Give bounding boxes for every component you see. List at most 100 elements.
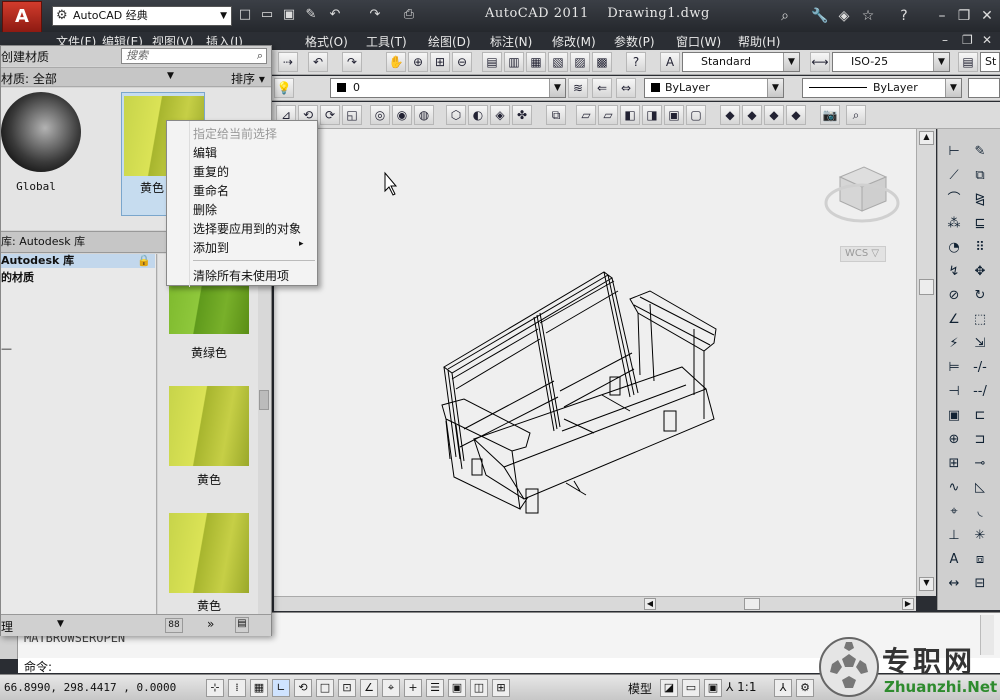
context-menu-item[interactable]: 重命名 bbox=[193, 182, 229, 199]
redo-icon[interactable]: ↷ bbox=[366, 6, 384, 24]
mirror-icon[interactable]: ⧎ bbox=[968, 189, 992, 210]
expand-icon[interactable]: » bbox=[207, 617, 214, 631]
arc-length-icon[interactable]: ⌒ bbox=[942, 189, 966, 210]
qp-icon[interactable]: ◫ bbox=[470, 679, 488, 697]
workspace-switcher[interactable]: ⚙ AutoCAD 经典 ▼ bbox=[52, 6, 232, 26]
markup-icon[interactable]: ▨ bbox=[570, 52, 590, 72]
front-view-icon[interactable]: ▣ bbox=[664, 105, 684, 125]
properties-icon[interactable]: ⊟ bbox=[968, 573, 992, 594]
context-menu-item[interactable]: 删除 bbox=[193, 201, 217, 218]
menu-item[interactable]: 绘图(D) bbox=[428, 33, 471, 50]
copy-icon[interactable]: ⧉ bbox=[968, 165, 992, 186]
osnap-icon[interactable]: □ bbox=[316, 679, 334, 697]
sphere-icon[interactable]: ◐ bbox=[468, 105, 488, 125]
baseline-icon[interactable]: ⊨ bbox=[942, 357, 966, 378]
angular-icon[interactable]: ∠ bbox=[942, 309, 966, 330]
chevron-down-icon[interactable]: ▼ bbox=[167, 71, 174, 81]
zoom-window-icon[interactable]: ⊞ bbox=[430, 52, 450, 72]
create-material-button[interactable]: 创建材质 bbox=[1, 48, 49, 65]
drawing-canvas[interactable]: WCS ▽ bbox=[274, 129, 916, 596]
realistic-icon[interactable]: ◍ bbox=[414, 105, 434, 125]
close-icon[interactable]: ✕ bbox=[977, 6, 997, 26]
break-point-icon[interactable]: ⊏ bbox=[968, 405, 992, 426]
lineweight-icon[interactable]: ☰ bbox=[426, 679, 444, 697]
menu-item[interactable]: 帮助(H) bbox=[738, 33, 780, 50]
aligned-dim-icon[interactable]: ⟋ bbox=[942, 165, 966, 186]
sheet-set-icon[interactable]: ▧ bbox=[548, 52, 568, 72]
se-iso-icon[interactable]: ◆ bbox=[742, 105, 762, 125]
explode-icon[interactable]: ✳ bbox=[968, 525, 992, 546]
sw-iso-icon[interactable]: ◆ bbox=[720, 105, 740, 125]
bottom-view-icon[interactable]: ▱ bbox=[598, 105, 618, 125]
library-scrollbar[interactable] bbox=[258, 254, 270, 614]
diameter-icon[interactable]: ⊘ bbox=[942, 285, 966, 306]
layer-match-icon[interactable]: ⇔ bbox=[616, 78, 636, 98]
restore-icon[interactable]: ❐ bbox=[954, 6, 974, 26]
menu-item[interactable]: 标注(N) bbox=[490, 33, 532, 50]
annotation-scale[interactable]: ⅄ 1:1 bbox=[726, 680, 756, 694]
3d-osnap-icon[interactable]: ⊡ bbox=[338, 679, 356, 697]
save-icon[interactable]: ▣ bbox=[280, 6, 298, 24]
context-menu-item[interactable]: 选择要应用到的对象 bbox=[193, 220, 301, 237]
material-editor-icon[interactable]: ▤ bbox=[235, 617, 249, 633]
offset-icon[interactable]: ⊑ bbox=[968, 213, 992, 234]
quick-view-layouts-icon[interactable]: ▭ bbox=[682, 679, 700, 697]
camera-view-icon[interactable]: 📷 bbox=[820, 105, 840, 125]
doc-minimize-icon[interactable]: – bbox=[942, 33, 948, 47]
linear-dim-icon[interactable]: ⊢ bbox=[942, 141, 966, 162]
scroll-thumb[interactable] bbox=[919, 279, 934, 295]
back-view-icon[interactable]: ▢ bbox=[686, 105, 706, 125]
zoom-extents-icon[interactable]: ⌕ bbox=[846, 105, 866, 125]
minimize-icon[interactable]: – bbox=[932, 6, 952, 26]
horizontal-scrollbar[interactable]: ◀ ▶ bbox=[274, 596, 916, 611]
coordinate-display[interactable]: 66.8990, 298.4417 , 0.0000 bbox=[4, 681, 176, 694]
zoom-realtime-icon[interactable]: ⊕ bbox=[408, 52, 428, 72]
linetype-select[interactable]: ByLayer ▼ bbox=[802, 78, 962, 98]
shade-icon[interactable]: ◉ bbox=[392, 105, 412, 125]
select-icon[interactable]: ⇢ bbox=[278, 52, 298, 72]
open-file-icon[interactable]: ▭ bbox=[258, 6, 276, 24]
doc-restore-icon[interactable]: ❐ bbox=[962, 33, 973, 47]
help-icon[interactable]: ? bbox=[894, 6, 914, 26]
sc-icon[interactable]: ⊞ bbox=[492, 679, 510, 697]
yellow-material-swatch[interactable] bbox=[169, 386, 249, 466]
ducs-icon[interactable]: ⌖ bbox=[382, 679, 400, 697]
draworder-icon[interactable]: ⧈ bbox=[968, 549, 992, 570]
global-material-swatch[interactable] bbox=[1, 92, 81, 172]
grid-icon[interactable]: ▦ bbox=[250, 679, 268, 697]
right-view-icon[interactable]: ◨ bbox=[642, 105, 662, 125]
left-view-icon[interactable]: ◧ bbox=[620, 105, 640, 125]
context-menu-item[interactable]: 添加到 bbox=[193, 239, 229, 256]
context-menu-item[interactable]: 编辑 bbox=[193, 144, 217, 161]
plot-icon[interactable]: ⎙ bbox=[400, 6, 418, 24]
nw-iso-icon[interactable]: ◆ bbox=[786, 105, 806, 125]
tool-palettes-icon[interactable]: ▦ bbox=[526, 52, 546, 72]
model-tab[interactable]: 模型 bbox=[628, 680, 652, 697]
table-style-icon[interactable]: ▤ bbox=[958, 52, 978, 72]
design-center-icon[interactable]: ▥ bbox=[504, 52, 524, 72]
otrack-icon[interactable]: ∠ bbox=[360, 679, 378, 697]
layer-select[interactable]: 0 ▼ bbox=[330, 78, 566, 98]
dim-style-icon[interactable]: ⟷ bbox=[810, 52, 830, 72]
redo-icon[interactable]: ↷ bbox=[342, 52, 362, 72]
scroll-left-icon[interactable]: ◀ bbox=[644, 598, 656, 610]
free-orbit-icon[interactable]: ⟳ bbox=[320, 105, 340, 125]
snap-icon[interactable]: ⁞ bbox=[228, 679, 246, 697]
communication-center-icon[interactable]: ◈ bbox=[834, 6, 854, 26]
context-menu-item[interactable]: 重复的 bbox=[193, 163, 229, 180]
vertical-scrollbar[interactable]: ▲ ▼ bbox=[916, 129, 936, 596]
menu-item[interactable]: 工具(T) bbox=[366, 33, 407, 50]
move-icon[interactable]: ✥ bbox=[968, 261, 992, 282]
top-view-icon[interactable]: ▱ bbox=[576, 105, 596, 125]
hscroll-thumb[interactable] bbox=[744, 598, 760, 610]
search-input[interactable]: 搜索 ⌕ bbox=[121, 48, 267, 64]
scroll-right-icon[interactable]: ▶ bbox=[902, 598, 914, 610]
context-menu-item[interactable]: 清除所有未使用项 bbox=[193, 267, 289, 284]
new-file-icon[interactable]: □ bbox=[236, 6, 254, 24]
ne-iso-icon[interactable]: ◆ bbox=[764, 105, 784, 125]
layer-previous-icon[interactable]: ⇐ bbox=[592, 78, 612, 98]
array-icon[interactable]: ⠿ bbox=[968, 237, 992, 258]
mesh-icon[interactable]: ◈ bbox=[490, 105, 510, 125]
binoculars-icon[interactable]: ⌕ bbox=[775, 6, 795, 26]
camera-icon[interactable]: ◱ bbox=[342, 105, 362, 125]
